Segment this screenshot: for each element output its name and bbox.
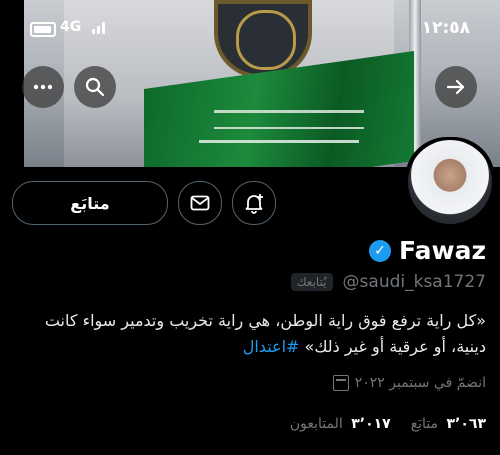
- notify-button[interactable]: [232, 181, 276, 225]
- verified-badge-icon: ✓: [369, 239, 391, 262]
- search-button[interactable]: [74, 66, 116, 108]
- more-icon: [33, 84, 53, 90]
- bio: «كل راية ترفع فوق راية الوطن، هي راية تخ…: [12, 308, 486, 360]
- following-count: ٣٬٠٦٣: [446, 416, 487, 432]
- handle-row: @saudi_ksa1727 يُتابعك: [290, 272, 486, 292]
- arrow-right-icon: [446, 79, 465, 95]
- following-stat[interactable]: ٣٬٠٦٣ متابَع: [411, 416, 486, 432]
- followers-label: المتابعون: [289, 416, 343, 432]
- bio-hashtag[interactable]: #اعتدال: [243, 337, 300, 356]
- message-button[interactable]: [178, 181, 222, 225]
- status-time: ١٢:٥٨: [421, 18, 470, 38]
- handle: @saudi_ksa1727: [342, 272, 486, 292]
- status-bar: 4G ١٢:٥٨: [0, 0, 500, 44]
- calendar-icon: [332, 375, 349, 391]
- signal-icon: [92, 22, 110, 34]
- search-icon: [85, 77, 105, 97]
- following-label: متابَع: [410, 416, 439, 432]
- more-button[interactable]: [22, 66, 64, 108]
- joined-text: انضمّ في سبتمبر ٢٠٢٢: [354, 375, 486, 391]
- mail-icon: [190, 195, 210, 211]
- name-row: ✓ Fawaz: [369, 236, 486, 265]
- following-button[interactable]: متابَع: [12, 181, 168, 225]
- battery-icon: [30, 22, 56, 37]
- forward-button[interactable]: [435, 66, 477, 108]
- display-name: Fawaz: [399, 236, 486, 265]
- follows-you-badge: يُتابعك: [290, 273, 333, 291]
- stats-row: ٣٬٠٦٣ متابَع ٣٬٠١٧ المتابعون: [290, 416, 486, 432]
- followers-stat[interactable]: ٣٬٠١٧ المتابعون: [290, 416, 391, 432]
- network-label: 4G: [60, 19, 82, 35]
- avatar[interactable]: [405, 137, 495, 227]
- followers-count: ٣٬٠١٧: [351, 416, 391, 432]
- bell-plus-icon: [245, 194, 263, 214]
- joined-row: انضمّ في سبتمبر ٢٠٢٢: [332, 375, 486, 391]
